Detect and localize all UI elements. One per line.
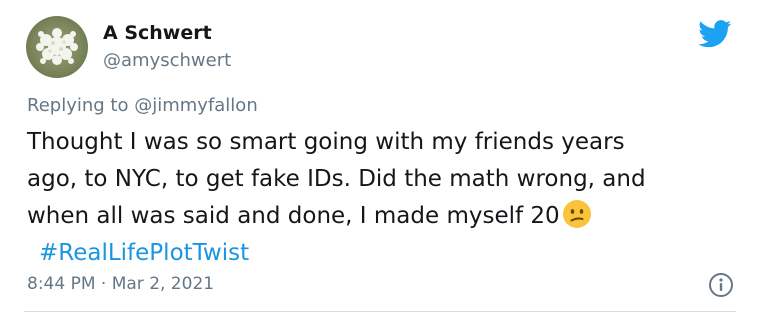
tweet-text-line: when all was said and done, I made mysel… bbox=[27, 198, 737, 235]
confused-face-emoji-icon bbox=[562, 200, 591, 228]
twitter-bird-icon[interactable] bbox=[698, 20, 732, 48]
tweet-card: A Schwert @amyschwert Replying to @jimmy… bbox=[0, 0, 758, 322]
tweet-text-line: ago, to NYC, to get fake IDs. Did the ma… bbox=[27, 166, 646, 192]
avatar[interactable] bbox=[26, 16, 88, 78]
reply-prefix: Replying to bbox=[27, 95, 129, 116]
divider bbox=[24, 311, 736, 312]
flower-avatar-image bbox=[36, 28, 78, 65]
tweet-text-segment: when all was said and done, I made mysel… bbox=[27, 203, 560, 229]
tweet-text: Thought I was so smart going with my fri… bbox=[27, 124, 737, 272]
user-handle[interactable]: @amyschwert bbox=[103, 50, 231, 71]
tweet-timestamp[interactable]: 8:44 PM · Mar 2, 2021 bbox=[27, 274, 214, 294]
hashtag-link[interactable]: #RealLifePlotTwist bbox=[39, 240, 249, 266]
reply-context: Replying to @jimmyfallon bbox=[27, 95, 258, 116]
info-icon[interactable] bbox=[708, 272, 734, 298]
display-name[interactable]: A Schwert bbox=[103, 22, 212, 44]
tweet-text-line: Thought I was so smart going with my fri… bbox=[27, 129, 625, 155]
tweet-text-line: #RealLifePlotTwist bbox=[27, 235, 737, 272]
reply-handle-link[interactable]: @jimmyfallon bbox=[134, 95, 258, 116]
